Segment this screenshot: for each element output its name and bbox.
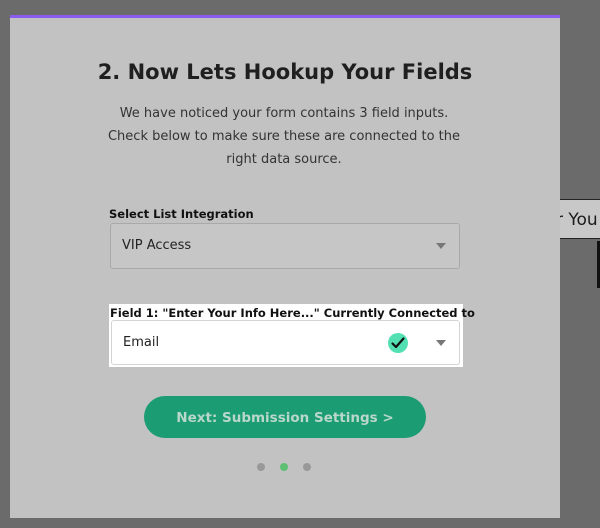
- check-circle-icon: [388, 333, 408, 353]
- field1-highlight: Field 1: "Enter Your Info Here..." Curre…: [109, 304, 475, 367]
- field1-label: Field 1: "Enter Your Info Here..." Curre…: [110, 306, 475, 320]
- list-integration-select[interactable]: VIP Access: [110, 223, 460, 269]
- step-indicator: [257, 463, 317, 471]
- next-submission-settings-button[interactable]: Next: Submission Settings >: [144, 396, 426, 438]
- list-integration-value: VIP Access: [122, 238, 192, 253]
- background-fragment-text: r You: [556, 210, 598, 230]
- chevron-down-icon: [436, 340, 446, 346]
- hookup-fields-modal: 2. Now Lets Hookup Your Fields We have n…: [10, 15, 560, 518]
- field1-value: Email: [123, 335, 160, 350]
- step-dot-2-active[interactable]: [280, 463, 288, 471]
- list-integration-label: Select List Integration: [109, 207, 254, 221]
- modal-description: We have noticed your form contains 3 fie…: [107, 106, 461, 167]
- modal-title: 2. Now Lets Hookup Your Fields: [97, 60, 473, 84]
- step-dot-3[interactable]: [303, 463, 311, 471]
- chevron-down-icon: [436, 243, 446, 249]
- step-dot-1[interactable]: [257, 463, 265, 471]
- field1-connection-select[interactable]: Email: [111, 320, 460, 365]
